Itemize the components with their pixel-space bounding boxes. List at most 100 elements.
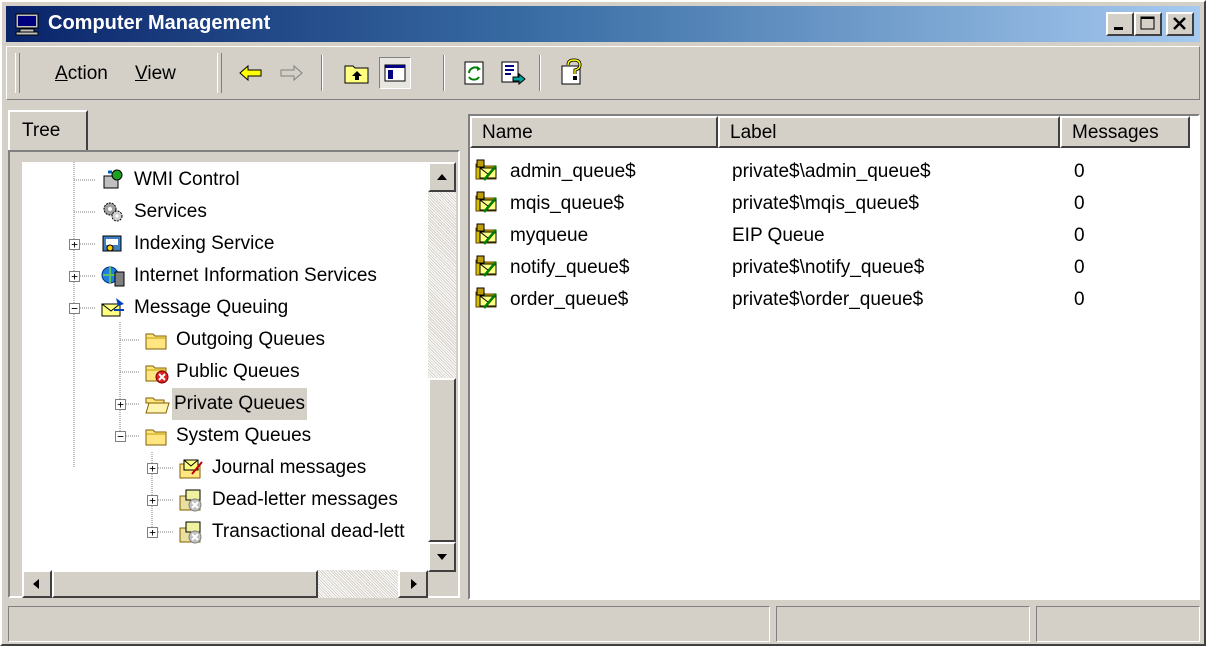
close-button[interactable] bbox=[1166, 12, 1194, 36]
refresh-button[interactable] bbox=[459, 57, 491, 89]
queue-list: admin_queue$ private$\admin_queue$ 0 mqis_q… bbox=[470, 156, 1198, 596]
menu-view[interactable]: View bbox=[135, 63, 176, 85]
computer-management-window: Computer Management Action View Tree WMI… bbox=[0, 0, 1206, 646]
queue-list-item[interactable]: order_queue$ private$\order_queue$ 0 bbox=[470, 284, 1190, 316]
queue-name: notify_queue$ bbox=[510, 257, 630, 278]
help-icon bbox=[561, 58, 582, 85]
toolbar-grip[interactable] bbox=[217, 53, 222, 93]
queue-label: private$\admin_queue$ bbox=[732, 161, 931, 182]
queue-name: mqis_queue$ bbox=[510, 193, 625, 214]
toolbar-separator bbox=[443, 55, 445, 91]
column-header-name[interactable]: Name bbox=[470, 116, 718, 148]
tree-item[interactable]: − Message Queuing bbox=[22, 292, 428, 324]
scroll-thumb-vertical[interactable] bbox=[428, 378, 456, 542]
column-header-label[interactable]: Label bbox=[718, 116, 1060, 148]
tree-item[interactable]: + Indexing Service bbox=[22, 228, 428, 260]
queue-list-item[interactable]: notify_queue$ private$\notify_queue$ 0 bbox=[470, 252, 1190, 284]
journal-queue-icon bbox=[178, 456, 204, 480]
queue-list-item[interactable]: mqis_queue$ private$\mqis_queue$ 0 bbox=[470, 188, 1190, 220]
tree-item[interactable]: WMI Control bbox=[22, 164, 428, 196]
dead-letter-queue-icon bbox=[178, 488, 204, 512]
private-queue-icon bbox=[474, 190, 500, 214]
export-list-button[interactable] bbox=[497, 57, 529, 89]
tree-item-label: Journal messages bbox=[212, 457, 367, 478]
back-arrow-icon bbox=[239, 64, 262, 82]
toolbar-separator bbox=[539, 55, 541, 91]
queue-label: private$\mqis_queue$ bbox=[732, 193, 919, 214]
services-gears-icon bbox=[100, 200, 126, 224]
folder-open-icon bbox=[144, 392, 170, 416]
queue-list-item[interactable]: admin_queue$ private$\admin_queue$ 0 bbox=[470, 156, 1190, 188]
tab-tree[interactable]: Tree bbox=[8, 110, 88, 150]
expand-toggle[interactable]: + bbox=[69, 239, 80, 250]
menu-action[interactable]: Action bbox=[55, 63, 108, 85]
title-bar[interactable]: Computer Management bbox=[6, 6, 1200, 42]
forward-button[interactable] bbox=[275, 57, 307, 89]
refresh-icon bbox=[464, 61, 484, 85]
arrow-right-icon bbox=[411, 579, 417, 589]
arrow-down-icon bbox=[437, 554, 447, 560]
collapse-toggle[interactable]: − bbox=[115, 431, 126, 442]
transactional-dead-letter-icon bbox=[178, 520, 204, 544]
tree-item-label: Transactional dead-lett bbox=[212, 521, 405, 542]
maximize-button[interactable] bbox=[1134, 12, 1162, 36]
tree-item[interactable]: Services bbox=[22, 196, 428, 228]
back-button[interactable] bbox=[235, 57, 267, 89]
scroll-down-button[interactable] bbox=[428, 542, 456, 572]
queue-message-count: 0 bbox=[1074, 289, 1085, 310]
queue-message-count: 0 bbox=[1074, 161, 1085, 182]
expand-toggle[interactable]: + bbox=[69, 271, 80, 282]
up-one-level-icon bbox=[344, 65, 369, 84]
tree-item-label: Public Queues bbox=[176, 361, 300, 382]
tree-item-label: System Queues bbox=[176, 425, 312, 446]
indexing-service-icon bbox=[100, 232, 126, 256]
forward-arrow-icon bbox=[280, 64, 303, 82]
tree-item[interactable]: − System Queues bbox=[22, 420, 428, 452]
pane-splitter[interactable] bbox=[460, 110, 468, 600]
close-icon bbox=[1173, 17, 1186, 30]
minimize-button[interactable] bbox=[1106, 12, 1134, 36]
scroll-right-button[interactable] bbox=[398, 570, 428, 598]
tree-vertical-scrollbar[interactable] bbox=[428, 162, 456, 572]
expand-toggle[interactable]: + bbox=[147, 463, 158, 474]
tree-item-label: Message Queuing bbox=[134, 297, 289, 318]
folder-icon bbox=[144, 424, 170, 448]
message-queuing-icon bbox=[100, 296, 126, 320]
tree-item[interactable]: + Private Queues bbox=[22, 388, 428, 420]
export-list-icon bbox=[501, 61, 526, 86]
toolbar-separator bbox=[321, 55, 323, 91]
tree-item[interactable]: + Journal messages bbox=[22, 452, 428, 484]
minimize-icon bbox=[1114, 27, 1123, 30]
expand-toggle[interactable]: + bbox=[115, 399, 126, 410]
status-pane-main bbox=[8, 606, 770, 642]
tree-item[interactable]: Outgoing Queues bbox=[22, 324, 428, 356]
private-queue-icon bbox=[474, 158, 500, 182]
expand-toggle[interactable]: + bbox=[147, 527, 158, 538]
tree-item[interactable]: + Internet Information Services bbox=[22, 260, 428, 292]
console-tree[interactable]: WMI Control Services + Indexing Service + Int… bbox=[22, 162, 428, 572]
folder-error-icon bbox=[144, 360, 170, 384]
queue-message-count: 0 bbox=[1074, 193, 1085, 214]
toolbar: Action View bbox=[6, 46, 1200, 100]
private-queue-icon bbox=[474, 286, 500, 310]
queue-name: admin_queue$ bbox=[510, 161, 636, 182]
status-pane-3 bbox=[1036, 606, 1200, 642]
window-title: Computer Management bbox=[48, 12, 271, 34]
tree-item[interactable]: + Transactional dead-lett bbox=[22, 516, 428, 548]
iis-icon bbox=[100, 264, 126, 288]
scroll-left-button[interactable] bbox=[22, 570, 52, 598]
column-header-messages[interactable]: Messages bbox=[1060, 116, 1190, 148]
scroll-up-button[interactable] bbox=[428, 162, 456, 192]
up-one-level-button[interactable] bbox=[341, 57, 373, 89]
tree-item-label: Outgoing Queues bbox=[176, 329, 325, 350]
queue-list-item[interactable]: myqueue EIP Queue 0 bbox=[470, 220, 1190, 252]
show-hide-tree-button[interactable] bbox=[379, 57, 411, 89]
collapse-toggle[interactable]: − bbox=[69, 303, 80, 314]
tree-item[interactable]: + Dead-letter messages bbox=[22, 484, 428, 516]
tree-horizontal-scrollbar[interactable] bbox=[22, 570, 428, 598]
expand-toggle[interactable]: + bbox=[147, 495, 158, 506]
tree-item[interactable]: Public Queues bbox=[22, 356, 428, 388]
menu-grip[interactable] bbox=[15, 53, 20, 93]
help-button[interactable] bbox=[557, 57, 589, 89]
scroll-thumb-horizontal[interactable] bbox=[52, 570, 318, 598]
